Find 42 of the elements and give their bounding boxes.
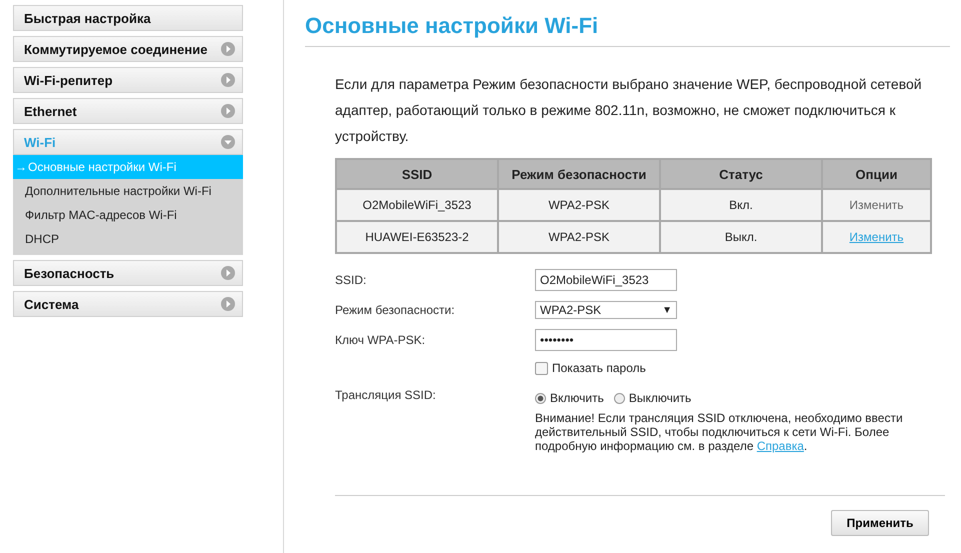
expand-icon — [221, 104, 235, 118]
submenu-item[interactable]: DHCP — [13, 227, 243, 251]
submenu-item[interactable]: Дополнительные настройки Wi-Fi — [13, 179, 243, 203]
sidebar-item[interactable]: Wi-Fi-репитер — [13, 67, 243, 93]
table-cell: HUAWEI-E63523-2 — [336, 221, 498, 253]
expand-icon — [221, 297, 235, 311]
field-label: SSID: — [335, 273, 368, 287]
warning-text: Внимание! Если трансляция SSID отключена, необходимо ввести действительный SSID, чтобы подключиться к сети Wi-Fi. Более подробную информацию см. в разделе Справка. — [535, 411, 904, 453]
expand-icon — [221, 73, 235, 87]
sidebar-item[interactable]: Безопасность — [13, 260, 243, 286]
sidebar-item[interactable]: Ethernet — [13, 98, 243, 124]
table-cell: O2MobileWiFi_3523 — [336, 189, 498, 221]
sidebar-item[interactable]: Система — [13, 291, 243, 317]
intro-text: Если для параметра Режим безопасности выбрано значение WEP, беспроводной сетевой адаптер, работающий только в режиме 802.11n, возможно, не сможет подключиться к устройству. — [335, 75, 923, 146]
sidebar-item[interactable]: Быстрая настройка — [13, 5, 243, 31]
column-header: SSID — [336, 159, 498, 189]
field-label: Трансляция SSID: — [335, 388, 437, 402]
page-title: Основные настройки Wi-Fi — [305, 8, 950, 47]
expand-icon — [221, 266, 235, 280]
sidebar-item[interactable]: Коммутируемое соединение — [13, 36, 243, 62]
checkbox-label: Показать пароль — [552, 361, 646, 375]
submenu-item[interactable]: Фильтр MAC-адресов Wi-Fi — [13, 203, 243, 227]
table-cell: WPA2-PSK — [498, 221, 660, 253]
password-field[interactable]: •••••••• — [535, 329, 677, 351]
radio-button[interactable] — [614, 392, 625, 404]
expand-icon — [221, 42, 235, 56]
column-header: Опции — [822, 159, 931, 189]
ssid-field[interactable]: O2MobileWiFi_3523 — [535, 269, 677, 291]
field-label: Режим безопасности: — [335, 303, 456, 317]
collapse-icon — [221, 135, 235, 149]
column-header: Режим безопасности — [498, 159, 660, 189]
field-label: Ключ WPA-PSK: — [335, 333, 426, 347]
radio-button[interactable] — [535, 392, 546, 404]
apply-button[interactable]: Применить — [831, 510, 929, 536]
radio-label: Включить — [550, 391, 604, 405]
table-cell: WPA2-PSK — [498, 189, 660, 221]
checkbox[interactable] — [535, 362, 548, 374]
column-header: Статус — [660, 159, 822, 189]
security-dropdown[interactable]: WPA2-PSK ▼ — [535, 301, 677, 319]
radio-label: Выключить — [628, 391, 692, 405]
table-cell: Вкл. — [660, 189, 822, 221]
table-cell: Выкл. — [660, 221, 822, 253]
